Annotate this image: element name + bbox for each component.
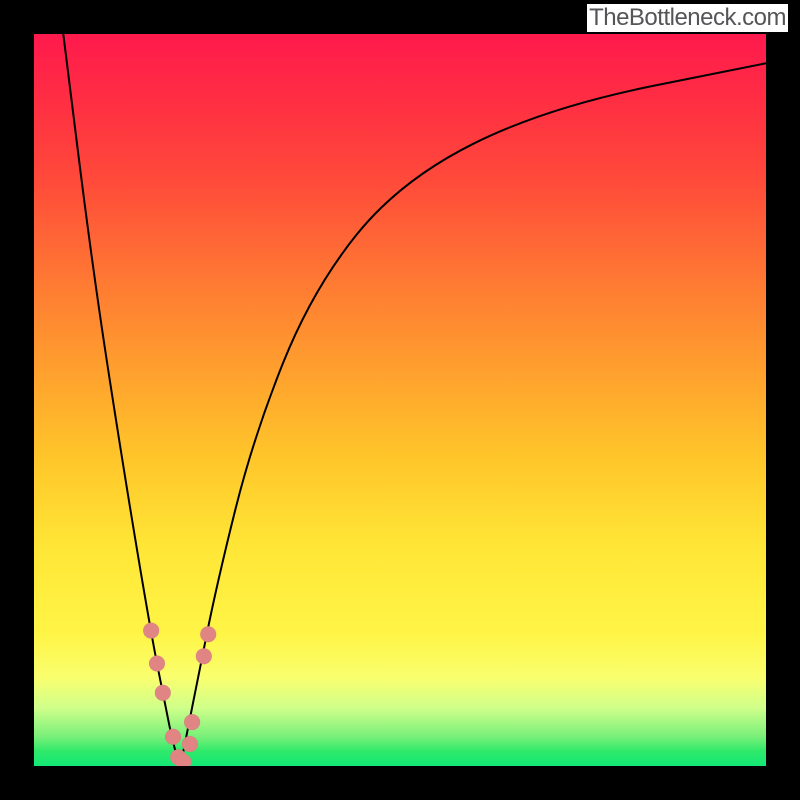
attribution-label: TheBottleneck.com <box>587 4 788 32</box>
chart-frame: TheBottleneck.com <box>0 0 800 800</box>
marker-point <box>143 623 159 639</box>
marker-point <box>184 714 200 730</box>
right-branch-curve <box>180 63 766 766</box>
marker-point <box>182 736 198 752</box>
marker-point <box>200 626 216 642</box>
marker-point <box>149 656 165 672</box>
marker-point <box>155 685 171 701</box>
marker-point <box>196 648 212 664</box>
left-branch-curve <box>63 34 180 766</box>
curves-svg <box>34 34 766 766</box>
plot-area <box>34 34 766 766</box>
marker-point <box>165 729 181 745</box>
